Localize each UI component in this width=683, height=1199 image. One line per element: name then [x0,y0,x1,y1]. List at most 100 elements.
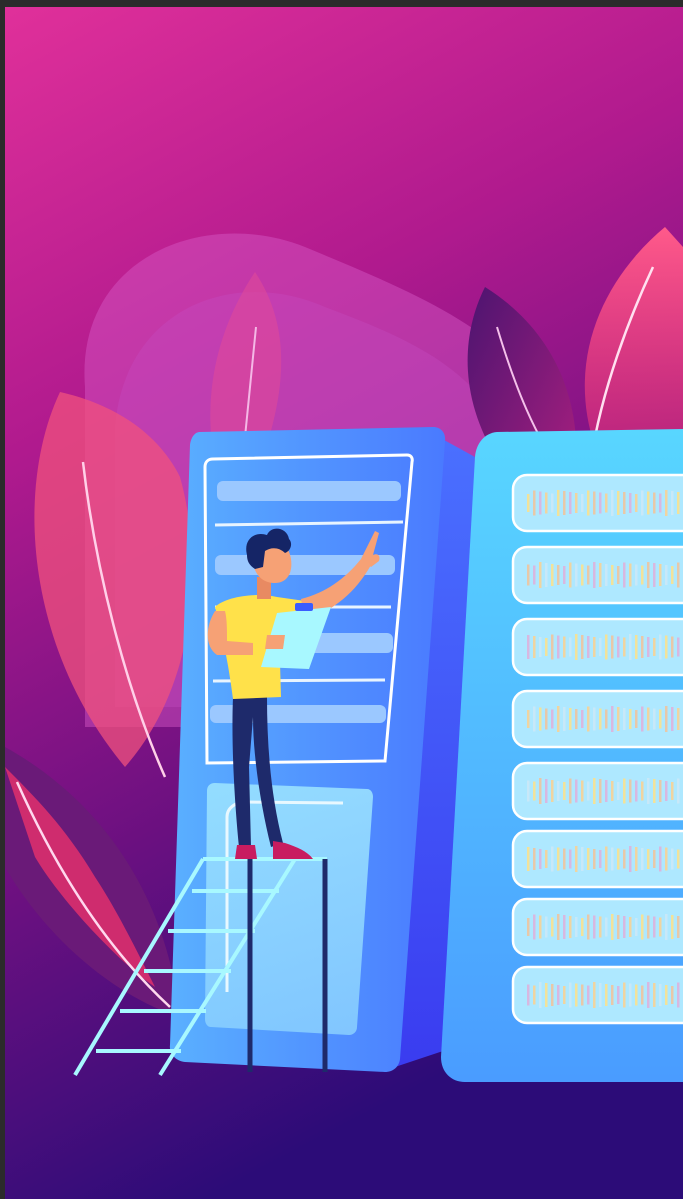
server-slot-indicator [527,780,530,802]
server-slot-indicator [671,848,674,870]
server-slot-indicator [659,917,662,937]
server-slot-indicator [551,709,554,729]
server-slot-indicator [653,492,656,514]
server-slot-indicator [665,490,668,516]
server-slot-indicator [599,983,602,1007]
server-slot-indicator [593,778,596,804]
server-slot-indicator [527,494,530,512]
server-slot-indicator [677,562,680,588]
server-slot-indicator [617,491,620,515]
server-slot-indicator [611,565,614,585]
server-slot-indicator [653,638,656,656]
server-slot-indicator [527,564,530,586]
server-slot-indicator [671,986,674,1004]
server-slot-indicator [545,708,548,730]
server-slot-indicator [677,492,680,514]
server-slot-indicator [587,706,590,732]
server-slot-indicator [629,846,632,872]
server-slot-indicator [659,984,662,1006]
server-slot-indicator [641,636,644,658]
server-slot-indicator [575,779,578,803]
display-bar [217,481,401,501]
server-slot-indicator [605,564,608,586]
server-slot-indicator [533,848,536,870]
server-slot-indicator [527,710,530,728]
server-slot-indicator [617,986,620,1004]
server-slot-indicator [677,916,680,938]
server-maintenance-illustration [5,7,683,1199]
server-slot-indicator [623,492,626,514]
server-slot-indicator [557,781,560,801]
server-slot-indicator [647,778,650,804]
server-slot-indicator [617,848,620,870]
server-slot-indicator [641,985,644,1005]
server-slot-indicator [629,779,632,803]
server-slot-indicator [533,985,536,1005]
server-slot-indicator [611,490,614,516]
server-slot-indicator [593,562,596,588]
server-slot-indicator [599,708,602,730]
server-slot-indicator [527,918,530,936]
server-slot-indicator [665,847,668,871]
server-slot-indicator [593,637,596,657]
server-slot-indicator [629,983,632,1007]
server-slot-indicator [563,707,566,731]
server-slot-indicator [599,779,602,803]
server-slot-indicator [599,492,602,514]
server-slot-indicator [539,491,542,515]
server-slot-indicator [599,638,602,656]
server-slot-indicator [635,918,638,936]
server-slot-indicator [677,708,680,730]
server-slot-indicator [563,636,566,658]
server-slot-indicator [575,917,578,937]
server-slot-indicator [557,847,560,871]
server-slot-indicator [671,491,674,515]
server-slot-indicator [587,848,590,870]
server-slot-indicator [581,710,584,728]
server-slot-indicator [653,916,656,938]
server-slot-indicator [551,846,554,872]
server-slot-indicator [617,707,620,731]
server-slot-indicator [635,564,638,586]
server-slot-indicator [605,917,608,937]
server-slot-indicator [593,491,596,515]
server-slot-indicator [533,781,536,801]
server-slot-indicator [617,636,620,658]
server-slot-indicator [557,914,560,940]
server-slot-indicator [587,565,590,585]
server-slot [511,473,683,533]
server-slot-indicator [563,915,566,939]
server-slot-indicator [671,636,674,658]
server-slot-indicator [533,490,536,516]
server-slot-indicator [659,564,662,586]
server-slot-indicator [581,494,584,512]
server-slot-indicator [617,915,620,939]
server-slot-indicator [665,565,668,585]
server-slot-indicator [659,493,662,513]
server-slot [511,829,683,889]
server-slot-indicator [611,781,614,801]
left-server-lower-panel [205,783,373,1035]
server-slot-indicator [575,983,578,1007]
server-slot-indicator [575,709,578,729]
server-slot-indicator [575,634,578,660]
server-slot [511,545,683,605]
server-slot-indicator [623,637,626,657]
server-slot-indicator [563,782,566,800]
server-slot-indicator [593,707,596,731]
server-slot-indicator [557,635,560,659]
server-slot-indicator [677,982,680,1008]
server-slot-indicator [581,984,584,1006]
server-slot-indicator [539,982,542,1008]
server-slot-indicator [575,563,578,587]
server-slot-indicator [539,778,542,804]
server-slot-indicator [611,706,614,732]
server-slot-indicator [659,709,662,729]
server-slot-indicator [605,984,608,1006]
server-slot-indicator [659,634,662,660]
server-slot-indicator [653,983,656,1007]
server-slot-indicator [545,492,548,514]
server-slot-indicator [551,917,554,937]
server-slot-indicator [563,848,566,870]
server-slot [511,761,683,821]
